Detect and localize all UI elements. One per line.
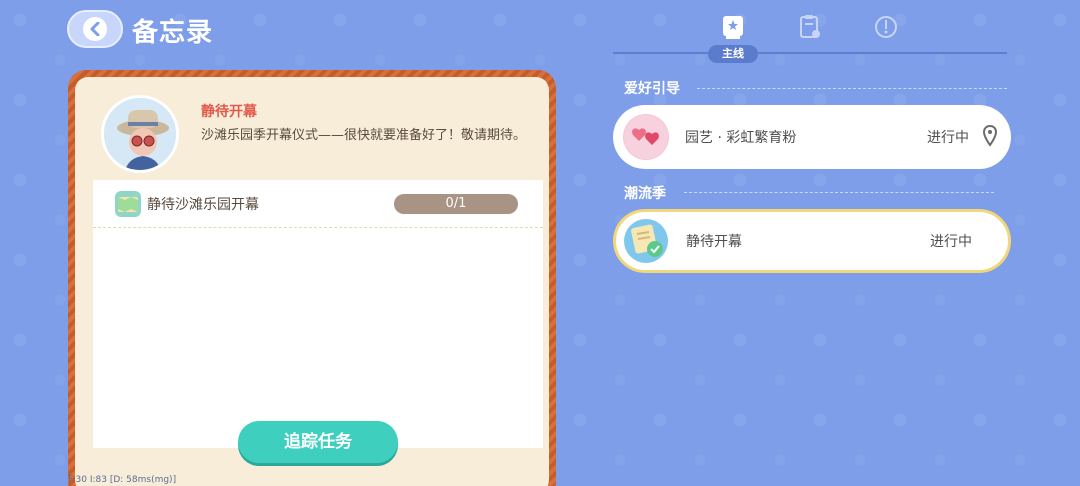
quest-item-gardening[interactable]: 园艺 · 彩虹繁育粉 进行中	[613, 105, 1011, 169]
quest-item-awaiting-opening[interactable]: 静待开幕 进行中	[613, 209, 1011, 273]
task-row: 静待沙滩乐园开幕 0/1	[93, 180, 543, 228]
quest-description: 沙滩乐园季开幕仪式——很快就要准备好了！敬请期待。	[201, 128, 527, 143]
task-label: 静待沙滩乐园开幕	[147, 197, 259, 213]
quest-item-title: 园艺 · 彩虹繁育粉	[685, 130, 797, 146]
book-icon[interactable]	[721, 14, 745, 40]
page-title: 备忘录	[132, 18, 214, 48]
location-pin-icon[interactable]	[982, 124, 998, 147]
quest-item-status: 进行中	[930, 234, 972, 250]
section-divider	[697, 88, 1007, 89]
quest-item-title: 静待开幕	[686, 234, 742, 250]
back-button[interactable]	[67, 10, 123, 48]
chevron-left-icon	[83, 17, 107, 41]
quest-detail-card: 静待开幕 沙滩乐园季开幕仪式——很快就要准备好了！敬请期待。 静待沙滩乐园开幕 …	[68, 70, 556, 486]
clipboard-icon[interactable]	[798, 14, 822, 40]
tab-bar	[613, 10, 1007, 56]
task-list: 静待沙滩乐园开幕 0/1	[93, 180, 543, 448]
task-progress: 0/1	[394, 194, 518, 214]
track-quest-button[interactable]: 追踪任务	[238, 421, 398, 463]
section-divider	[684, 192, 994, 193]
hearts-icon	[623, 114, 669, 160]
notebook-icon[interactable]	[874, 14, 898, 40]
memo-check-icon	[623, 218, 669, 264]
tab-main-label[interactable]: 主线	[708, 45, 758, 63]
quest-item-status: 进行中	[927, 130, 969, 146]
debug-overlay: F:30 I:83 [D: 58ms(mg)]	[68, 475, 177, 485]
npc-avatar	[101, 95, 179, 173]
quest-name: 静待开幕	[201, 104, 257, 120]
section-title-trend: 潮流季	[624, 186, 666, 202]
map-icon	[115, 191, 141, 217]
section-title-hobby: 爱好引导	[624, 81, 680, 97]
